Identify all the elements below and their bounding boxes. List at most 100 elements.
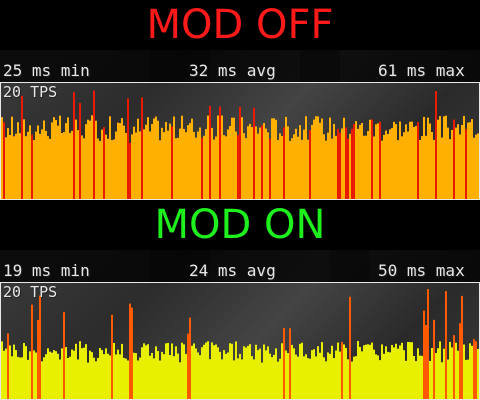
frametime-bar	[93, 357, 95, 399]
frametime-bar	[419, 139, 421, 199]
frametime-bar	[367, 344, 369, 399]
frametime-spike	[465, 128, 467, 199]
frametime-bar	[175, 138, 177, 199]
frametime-bar	[439, 116, 441, 199]
frametime-bar	[49, 138, 51, 199]
frametime-bar	[241, 359, 243, 399]
frametime-bar	[293, 134, 295, 199]
frametime-bar	[271, 118, 273, 199]
frametime-bar	[117, 349, 119, 399]
frametime-bar	[319, 122, 321, 199]
frametime-bar	[335, 350, 337, 399]
frametime-bar	[57, 353, 59, 399]
frametime-bar	[173, 356, 175, 399]
frametime-bar	[101, 350, 103, 399]
frametime-bar	[153, 358, 155, 399]
frametime-spike	[261, 125, 263, 199]
frametime-bar	[177, 137, 179, 199]
frametime-bar	[9, 134, 11, 199]
frametime-bar	[383, 134, 385, 199]
frametime-bar	[191, 118, 193, 199]
frametime-bar	[51, 352, 53, 399]
frametime-bar	[305, 116, 307, 199]
frametime-bar	[289, 140, 291, 199]
frametime-bar	[317, 116, 319, 199]
frametime-bar	[35, 352, 37, 399]
frametime-bar	[15, 350, 17, 399]
frametime-bar	[113, 342, 115, 399]
frametime-bar	[159, 140, 161, 199]
frametime-bar	[201, 347, 203, 399]
frametime-bar	[9, 345, 11, 399]
frametime-bar	[327, 352, 329, 399]
frametime-bar	[115, 354, 117, 399]
frametime-bar	[67, 117, 69, 199]
frametime-bar	[415, 125, 417, 199]
frametime-spike	[39, 295, 41, 399]
frametime-bar	[41, 361, 43, 399]
mod-off-title: MOD OFF	[146, 2, 334, 48]
frametime-bar	[353, 356, 355, 399]
frametime-bar	[319, 352, 321, 399]
frametime-bar	[333, 358, 335, 399]
frametime-bar	[443, 348, 445, 399]
frametime-bar	[213, 345, 215, 399]
frametime-spike	[237, 135, 239, 199]
frametime-bar	[293, 348, 295, 399]
frametime-bar	[113, 139, 115, 199]
frametime-bar	[337, 342, 339, 399]
frametime-bar	[407, 341, 409, 399]
frametime-bar	[271, 357, 273, 399]
frametime-bar	[231, 343, 233, 399]
frametime-bar	[273, 118, 275, 199]
frametime-spike	[473, 339, 475, 399]
frametime-bar	[291, 344, 293, 399]
frametime-bar	[211, 127, 213, 199]
frametime-bar	[451, 347, 453, 399]
frametime-bar	[305, 354, 307, 399]
frametime-bar	[325, 140, 327, 199]
frametime-bar	[147, 117, 149, 199]
frametime-bar	[121, 118, 123, 199]
frametime-bar	[461, 124, 463, 199]
frametime-bar	[245, 138, 247, 199]
frametime-bar	[127, 360, 129, 399]
frametime-spike	[187, 333, 189, 399]
frametime-bar	[291, 138, 293, 199]
frametime-bar	[1, 341, 3, 399]
frametime-bar	[141, 347, 143, 399]
frametime-bar	[307, 139, 309, 199]
frametime-bar	[397, 348, 399, 399]
frametime-bar	[109, 116, 111, 199]
frametime-spike	[423, 310, 425, 399]
tps-label: 20 TPS	[3, 83, 58, 101]
frametime-spike	[347, 138, 349, 199]
frametime-bar	[101, 129, 103, 199]
frametime-bar	[381, 344, 383, 399]
frametime-bar	[95, 120, 97, 199]
frametime-bar	[213, 139, 215, 199]
frametime-bar	[463, 344, 465, 399]
frametime-spike	[21, 95, 23, 199]
frametime-bar	[153, 118, 155, 199]
frametime-bar	[223, 350, 225, 399]
frametime-bar	[403, 132, 405, 199]
frametime-bar	[377, 123, 379, 199]
frametime-bar	[285, 350, 287, 399]
frametime-spike	[253, 107, 255, 199]
frametime-bar	[237, 358, 239, 399]
frametime-bar	[125, 132, 127, 199]
frametime-bar	[209, 359, 211, 399]
frametime-bar	[195, 348, 197, 399]
frametime-bar	[387, 351, 389, 399]
frametime-spike	[239, 106, 241, 199]
frametime-bar	[329, 353, 331, 399]
frametime-bar	[431, 131, 433, 199]
frametime-bar	[421, 136, 423, 199]
frametime-bar	[409, 121, 411, 199]
frametime-bar	[19, 133, 21, 199]
frametime-bar	[99, 140, 101, 199]
frametime-bar	[235, 131, 237, 199]
frametime-bar	[161, 351, 163, 399]
frametime-bar	[307, 358, 309, 399]
